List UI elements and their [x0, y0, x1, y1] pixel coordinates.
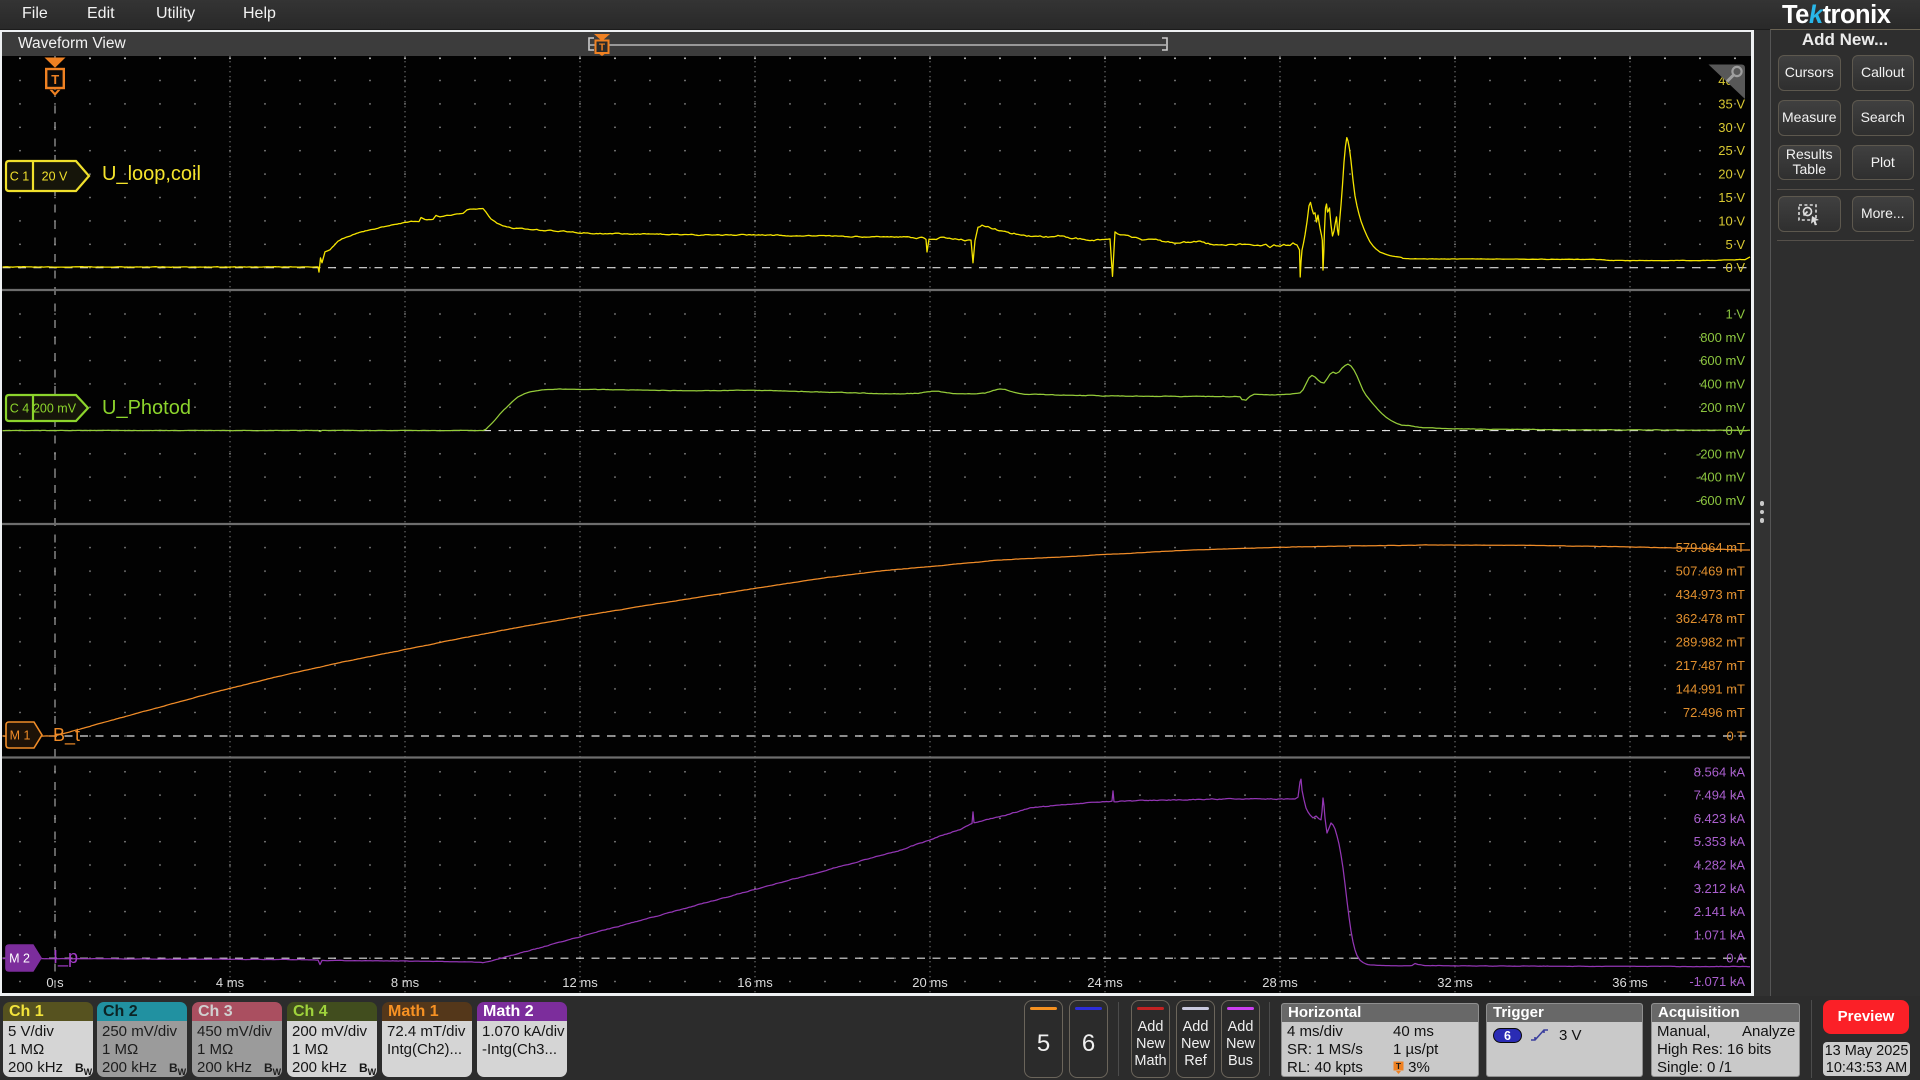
- svg-text:-400 mV: -400 mV: [1696, 470, 1745, 485]
- svg-text:-600 mV: -600 mV: [1696, 493, 1745, 508]
- svg-text:-200 mV: -200 mV: [1696, 446, 1745, 461]
- svg-text:579.964 mT: 579.964 mT: [1676, 540, 1745, 555]
- svg-text:M 2: M 2: [9, 952, 30, 966]
- svg-text:0 V: 0 V: [1725, 423, 1745, 438]
- svg-text:28 ms: 28 ms: [1262, 975, 1298, 990]
- svg-text:30 V: 30 V: [1718, 120, 1745, 135]
- svg-text:0 T: 0 T: [1726, 729, 1745, 744]
- svg-text:T: T: [51, 72, 59, 87]
- svg-text:M 1: M 1: [10, 729, 31, 743]
- svg-text:0 s: 0 s: [46, 975, 64, 990]
- svg-text:20 V: 20 V: [1718, 167, 1745, 182]
- svg-text:8 ms: 8 ms: [391, 975, 420, 990]
- svg-text:0 A: 0 A: [1726, 951, 1745, 966]
- svg-text:289.982 mT: 289.982 mT: [1676, 634, 1745, 649]
- svg-text:4 ms: 4 ms: [216, 975, 245, 990]
- svg-text:5 V: 5 V: [1725, 237, 1745, 252]
- svg-text:20 V: 20 V: [42, 170, 68, 184]
- svg-text:C 1: C 1: [10, 170, 30, 184]
- svg-text:600 mV: 600 mV: [1700, 353, 1745, 368]
- svg-text:200 mV: 200 mV: [33, 402, 77, 416]
- svg-text:16 ms: 16 ms: [737, 975, 773, 990]
- svg-text:6.423 kA: 6.423 kA: [1694, 811, 1746, 826]
- svg-text:2.141 kA: 2.141 kA: [1694, 904, 1746, 919]
- svg-text:32 ms: 32 ms: [1437, 975, 1473, 990]
- svg-text:U_Photod: U_Photod: [102, 397, 191, 419]
- svg-text:72.496 mT: 72.496 mT: [1683, 705, 1745, 720]
- svg-text:36 ms: 36 ms: [1612, 975, 1648, 990]
- svg-text:217.487 mT: 217.487 mT: [1676, 658, 1745, 673]
- svg-text:T: T: [1396, 1061, 1402, 1071]
- svg-text:362.478 mT: 362.478 mT: [1676, 611, 1745, 626]
- svg-text:434.973 mT: 434.973 mT: [1676, 587, 1745, 602]
- svg-text:507.469 mT: 507.469 mT: [1676, 564, 1745, 579]
- svg-text:U_loop,coil: U_loop,coil: [102, 163, 201, 185]
- svg-text:800 mV: 800 mV: [1700, 330, 1745, 345]
- svg-text:3.212 kA: 3.212 kA: [1694, 881, 1746, 896]
- svg-text:C 4: C 4: [10, 402, 30, 416]
- svg-text:400 mV: 400 mV: [1700, 377, 1745, 392]
- svg-text:4.282 kA: 4.282 kA: [1694, 858, 1746, 873]
- svg-text:7.494 kA: 7.494 kA: [1694, 788, 1746, 803]
- svg-text:10 V: 10 V: [1718, 213, 1745, 228]
- svg-text:25 V: 25 V: [1718, 143, 1745, 158]
- svg-text:-1.071 kA: -1.071 kA: [1689, 974, 1745, 989]
- svg-text:12 ms: 12 ms: [562, 975, 598, 990]
- svg-text:35 V: 35 V: [1718, 96, 1745, 111]
- svg-text:20 ms: 20 ms: [912, 975, 948, 990]
- svg-text:I_p: I_p: [53, 947, 78, 968]
- svg-text:0 V: 0 V: [1725, 260, 1745, 275]
- svg-text:B_t: B_t: [53, 725, 80, 746]
- svg-text:5.353 kA: 5.353 kA: [1694, 834, 1746, 849]
- svg-text:24 ms: 24 ms: [1087, 975, 1123, 990]
- svg-text:1.071 kA: 1.071 kA: [1694, 927, 1746, 942]
- svg-text:15 V: 15 V: [1718, 190, 1745, 205]
- svg-text:8.564 kA: 8.564 kA: [1694, 764, 1746, 779]
- svg-text:144.991 mT: 144.991 mT: [1676, 681, 1745, 696]
- svg-text:200 mV: 200 mV: [1700, 400, 1745, 415]
- svg-text:1 V: 1 V: [1725, 307, 1745, 322]
